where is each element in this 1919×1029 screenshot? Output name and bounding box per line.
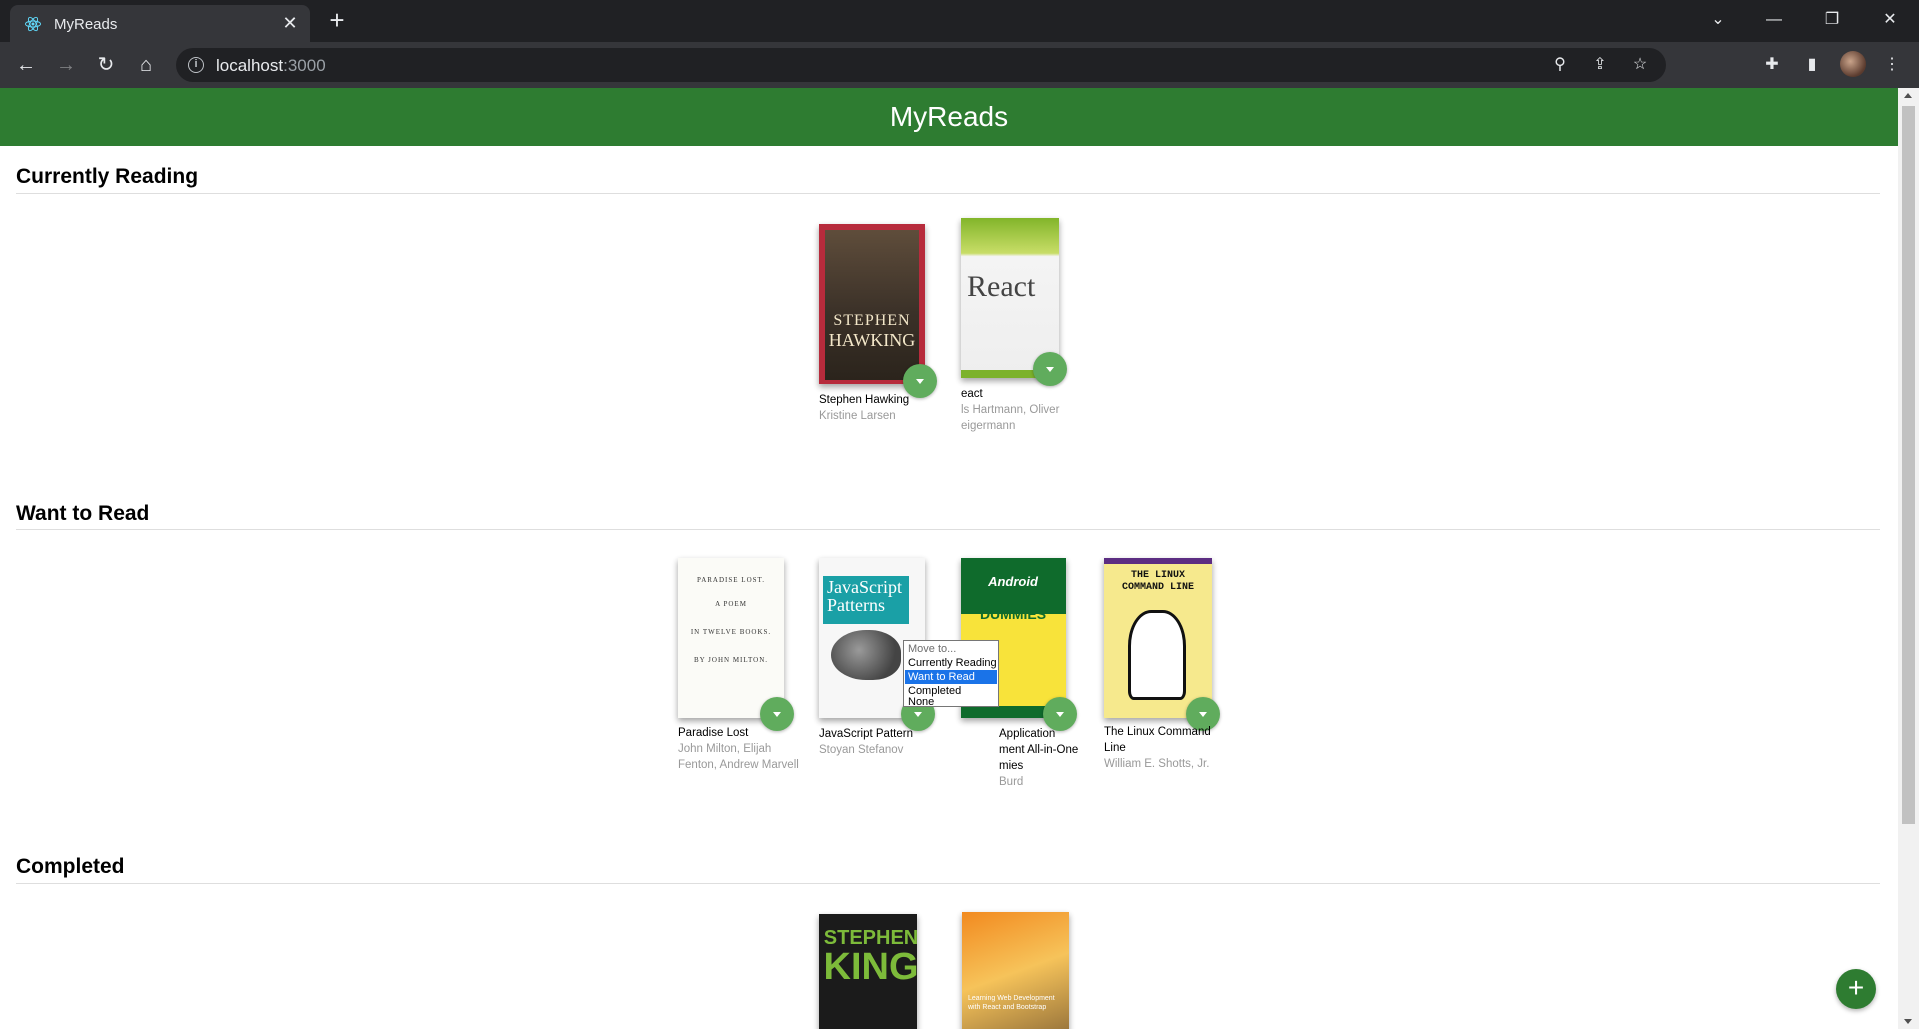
forward-icon[interactable]: → [53,52,79,78]
cover-text-line: THE LINUX [1130,570,1185,581]
app-title: MyReads [889,101,1009,132]
book-title: Paradise Lost [678,727,749,739]
share-icon[interactable]: ⇪ [1589,54,1611,76]
cover-text: HAWKING [828,330,916,350]
menu-option-want-to-read[interactable]: Want to Read [905,670,997,684]
browser-menu-icon[interactable]: ⋮ [1880,53,1904,77]
restore-icon[interactable]: ❐ [1820,8,1844,32]
book-authors: Stoyan Stefanov [819,744,904,756]
bookmark-star-icon[interactable]: ☆ [1629,54,1651,76]
cover-text: IN TWELVE BOOKS. [690,628,772,636]
window-close-icon[interactable]: ✕ [1878,8,1902,32]
menu-option-none[interactable]: None [905,695,997,709]
tab-search-icon[interactable]: ⌄ [1706,8,1730,32]
shelf-divider [16,193,1880,194]
book-authors: ls Hartmann, Oliver [961,404,1060,416]
profile-avatar[interactable] [1840,51,1866,77]
reload-icon[interactable]: ↻ [93,52,119,78]
cover-text: THE LINUX COMMAND LINE [1104,570,1212,594]
book-cover[interactable]: PARADISE LOST. A POEM IN TWELVE BOOKS. B… [678,558,784,718]
book-title: Stephen Hawking [819,394,910,406]
menu-option-move-to: Move to... [908,643,957,655]
browser-tab-strip: MyReads ✕ + ⌄ — ❐ ✕ [0,0,1919,42]
page-viewport: MyReads Currently Reading STEPHEN HAWKIN… [0,88,1919,1029]
shelf-title-currently-reading: Currently Reading [16,165,199,188]
url-text: localhost:3000 [216,56,326,76]
cover-text: JavaScript Patterns [827,578,902,614]
scrollbar-thumb[interactable] [1902,106,1915,824]
tab-close-icon[interactable]: ✕ [280,13,300,33]
book-title: eact [961,388,983,400]
cover-art [831,630,901,680]
book-title: mies [999,760,1024,772]
menu-option-currently-reading[interactable]: Currently Reading [905,656,997,670]
cover-text: Android [988,574,1038,589]
cover-art [825,230,919,380]
cover-text: STEPHEN [823,927,917,949]
minimize-icon[interactable]: — [1762,8,1786,32]
book-authors: Fenton, Andrew Marvell [678,759,799,771]
book-authors: Burd [999,776,1024,788]
side-panel-icon[interactable]: ▮ [1800,53,1824,77]
book-title: Line [1104,742,1126,754]
extensions-icon[interactable]: ✚ [1760,53,1784,77]
cover-text-line: JavaScript [827,577,902,597]
browser-toolbar: ← → ↻ ⌂ i localhost:3000 ☆ ⇪ ⚲ ✚ ▮ ⋮ [0,42,1919,88]
cover-text: DUMMIES [979,606,1047,622]
book-title: JavaScript Pattern [819,728,913,740]
book-cover[interactable]: THE LINUX COMMAND LINE [1104,558,1212,718]
cover-art [1104,558,1212,564]
book-title: ment All-in-One [999,744,1079,756]
shelf-changer-button[interactable] [1033,352,1067,386]
new-tab-button[interactable]: + [325,7,349,33]
shelf-title-want-to-read: Want to Read [16,502,150,525]
react-icon [25,16,41,32]
book-title: The Linux Command [1104,726,1211,738]
url-host: localhost [216,56,284,75]
shelf-changer-button[interactable] [760,697,794,731]
cover-text: KING [823,946,918,988]
cover-text-line: COMMAND LINE [1121,582,1194,593]
book-title: Application [999,728,1056,740]
book-authors: eigermann [961,420,1016,432]
book-cover[interactable]: STEPHEN HAWKING [819,224,925,384]
book-cover[interactable]: STEPHEN KING [819,914,917,1029]
address-bar[interactable]: i localhost:3000 ☆ ⇪ ⚲ [176,48,1666,82]
shelf-title-completed: Completed [16,855,125,878]
cover-art [1128,610,1186,700]
cover-text: PARADISE LOST. [696,576,766,584]
url-port: :3000 [283,56,326,75]
scroll-up-icon[interactable] [1904,93,1912,98]
zoom-icon[interactable]: ⚲ [1549,54,1571,76]
scroll-down-icon[interactable] [1904,1019,1912,1024]
cover-text-line: Patterns [827,595,885,615]
book-authors: William E. Shotts, Jr. [1104,758,1210,770]
cover-text: Learning Web Development with React and … [968,995,1055,1011]
site-info-icon[interactable]: i [188,57,204,73]
add-book-button[interactable]: + [1836,969,1876,1009]
home-icon[interactable]: ⌂ [133,52,159,78]
cover-text: A POEM [715,600,747,608]
page-scrollbar[interactable] [1898,88,1919,1029]
shelf-divider [16,529,1880,530]
cover-text: React [967,270,1036,303]
book-cover[interactable]: Learning Web Development with React and … [962,912,1069,1029]
cover-text: STEPHEN [833,312,911,329]
cover-text: BY JOHN MILTON. [693,656,769,664]
book-authors: Kristine Larsen [819,410,896,422]
shelf-divider [16,883,1880,884]
app-header: MyReads [0,88,1898,146]
browser-tab[interactable]: MyReads ✕ [10,5,310,42]
tab-title: MyReads [54,16,118,33]
book-authors: John Milton, Elijah [678,743,772,755]
shelf-select-dropdown[interactable]: Move to... Currently Reading Want to Rea… [903,640,999,709]
back-icon[interactable]: ← [13,52,39,78]
